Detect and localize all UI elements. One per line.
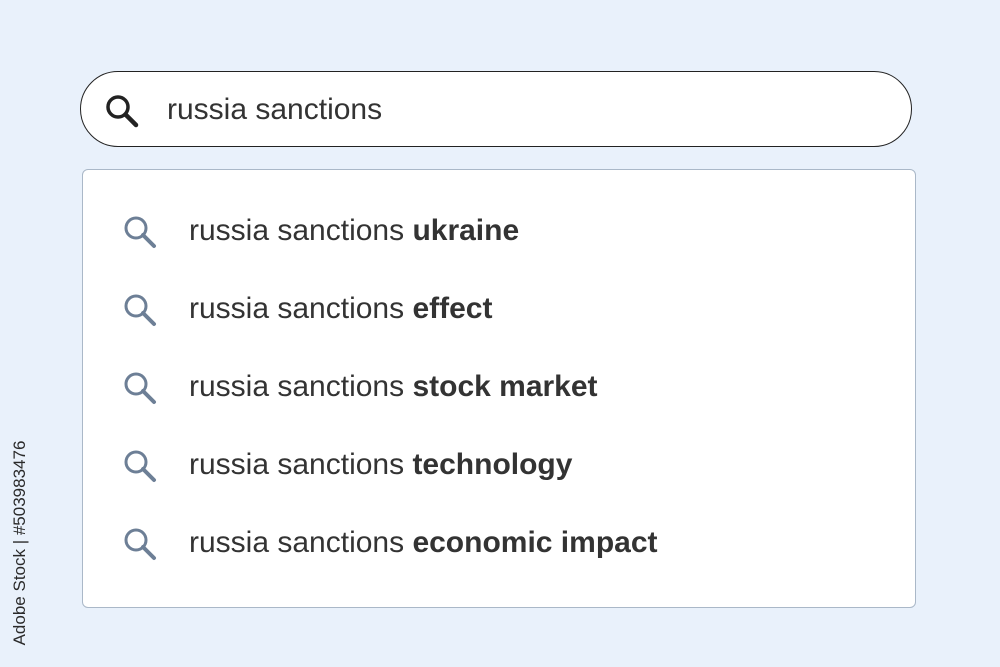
suggestion-text: russia sanctions ukraine: [189, 214, 519, 248]
suggestion-text: russia sanctions effect: [189, 292, 492, 326]
suggestion-item[interactable]: russia sanctions effect: [83, 279, 915, 339]
suggestion-prefix: russia sanctions: [189, 214, 413, 247]
suggestions-dropdown: russia sanctions ukraine russia sanction…: [82, 169, 916, 608]
suggestion-text: russia sanctions technology: [189, 448, 572, 482]
suggestion-item[interactable]: russia sanctions technology: [83, 435, 915, 495]
search-icon: [121, 447, 159, 485]
suggestion-text: russia sanctions economic impact: [189, 526, 658, 560]
suggestion-text: russia sanctions stock market: [189, 370, 598, 404]
suggestion-completion: ukraine: [412, 214, 520, 247]
search-icon[interactable]: [103, 92, 141, 130]
search-bar[interactable]: [80, 71, 912, 147]
suggestion-completion: economic impact: [412, 526, 658, 559]
search-icon: [121, 291, 159, 329]
suggestion-item[interactable]: russia sanctions economic impact: [83, 513, 915, 573]
search-input[interactable]: [167, 90, 867, 130]
suggestion-prefix: russia sanctions: [189, 292, 413, 325]
suggestion-prefix: russia sanctions: [189, 448, 413, 481]
suggestion-completion: stock market: [412, 370, 598, 403]
stock-credit: Adobe Stock | #503983476: [8, 428, 32, 658]
search-icon: [121, 525, 159, 563]
search-icon: [121, 369, 159, 407]
stock-credit-text: Adobe Stock | #503983476: [10, 440, 29, 646]
search-icon: [121, 213, 159, 251]
suggestion-item[interactable]: russia sanctions stock market: [83, 357, 915, 417]
suggestion-prefix: russia sanctions: [189, 526, 413, 559]
suggestion-item[interactable]: russia sanctions ukraine: [83, 201, 915, 261]
suggestion-completion: effect: [412, 292, 493, 325]
suggestion-prefix: russia sanctions: [189, 370, 413, 403]
suggestion-completion: technology: [412, 448, 573, 481]
